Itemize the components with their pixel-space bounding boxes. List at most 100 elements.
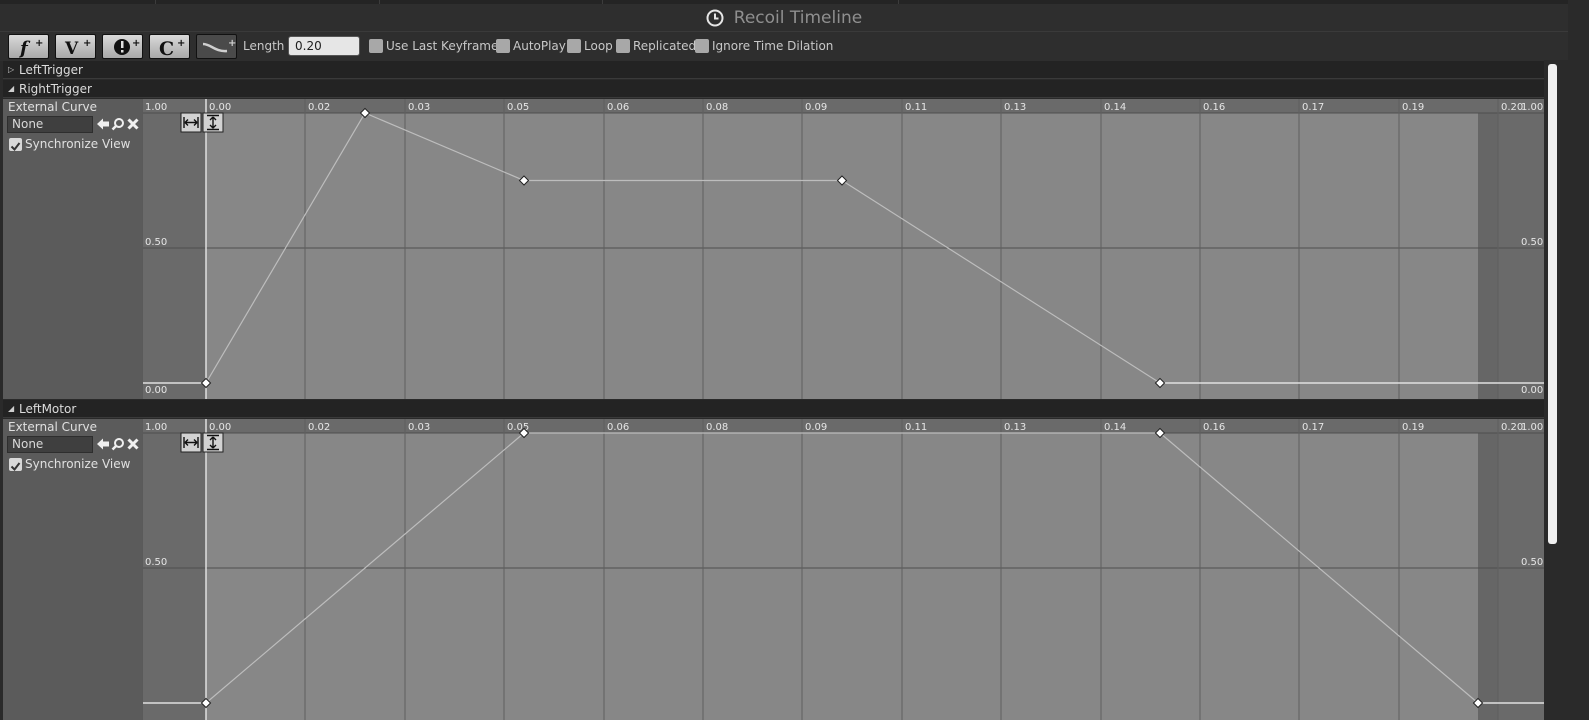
curve-graph-righttrigger[interactable]: 0.00 0.02 0.03 0.05 0.06 0.08 0.09 0.11 0.13 0.14…: [143, 99, 1544, 399]
collapse-arrow-icon[interactable]: ◢: [8, 404, 14, 413]
x-tick-label: 0.11: [905, 102, 927, 113]
use-selected-arrow-icon[interactable]: [96, 437, 110, 451]
collapse-arrow-icon[interactable]: ◢: [8, 84, 14, 93]
external-curve-label: External Curve: [8, 100, 98, 114]
title-bar: Recoil Timeline: [0, 0, 1568, 31]
svg-text:V: V: [64, 39, 79, 59]
track-name: LeftTrigger: [19, 63, 83, 77]
use-last-keyframe-checkbox[interactable]: [369, 39, 383, 53]
y-tick-label-right: 1.00: [1521, 422, 1543, 433]
x-tick-label: 0.03: [408, 422, 430, 433]
track-body-leftmotor: External Curve None Synchronize View 0.0…: [3, 419, 1544, 720]
synchronize-view-label: Synchronize View: [25, 137, 131, 151]
x-tick-label: 0.05: [507, 102, 529, 113]
ignore-time-dilation-label: Ignore Time Dilation: [712, 39, 834, 53]
track-name: RightTrigger: [19, 82, 92, 96]
expand-arrow-icon[interactable]: ▷: [8, 65, 14, 74]
x-tick-label: 0.17: [1302, 102, 1324, 113]
x-tick-label: 0.14: [1104, 102, 1126, 113]
y-tick-label-left: 0.00: [145, 385, 167, 396]
curve-graph-svg[interactable]: 0.00 0.02 0.03 0.05 0.06 0.08 0.09 0.11 0.13 0.14…: [143, 99, 1544, 399]
loop-checkbox[interactable]: [567, 39, 581, 53]
fit-vertical-button[interactable]: [202, 432, 224, 453]
external-curve-field[interactable]: None: [7, 116, 93, 133]
synchronize-view-checkbox[interactable]: [9, 458, 22, 472]
y-tick-label-right: 0.50: [1521, 237, 1543, 248]
fit-vertical-button[interactable]: [202, 112, 224, 133]
y-tick-label-left: 1.00: [145, 102, 167, 113]
track-header-leftmotor[interactable]: ◢ LeftMotor: [3, 400, 1544, 418]
graph-active-range: [206, 113, 1478, 399]
svg-text:+: +: [83, 38, 91, 49]
x-tick-label: 0.16: [1203, 422, 1225, 433]
x-tick-label: 0.16: [1203, 102, 1225, 113]
svg-text:+: +: [228, 38, 236, 49]
ignore-time-dilation-checkbox[interactable]: [695, 39, 709, 53]
graph-active-range: [206, 433, 1478, 720]
svg-text:+: +: [132, 38, 140, 49]
synchronize-view-checkbox[interactable]: [9, 138, 22, 152]
float-track-icon: f +: [18, 38, 43, 59]
browse-search-icon[interactable]: [111, 437, 125, 451]
curve-asset-icon: +: [202, 38, 236, 53]
track-header-righttrigger[interactable]: ◢ RightTrigger: [3, 80, 1544, 98]
track-side-panel: External Curve None Synchronize View: [3, 419, 142, 720]
x-tick-label: 0.00: [209, 422, 231, 433]
x-tick-label: 0.06: [607, 102, 629, 113]
clock-icon: [706, 9, 724, 26]
x-tick-label: 0.19: [1402, 102, 1424, 113]
x-tick-label: 0.00: [209, 102, 231, 113]
add-vector-track-button[interactable]: V +: [55, 34, 96, 59]
add-curve-asset-button[interactable]: +: [196, 34, 237, 59]
length-label: Length: [243, 39, 285, 53]
y-tick-label-left: 0.50: [145, 557, 167, 568]
external-curve-label: External Curve: [8, 420, 98, 434]
y-tick-label-left: 0.50: [145, 237, 167, 248]
window-title: Recoil Timeline: [733, 7, 863, 28]
x-tick-label: 0.03: [408, 102, 430, 113]
x-tick-label: 0.08: [706, 422, 728, 433]
x-tick-label: 0.13: [1004, 422, 1026, 433]
browse-search-icon[interactable]: [111, 117, 125, 131]
svg-text:+: +: [177, 38, 185, 49]
autoplay-checkbox[interactable]: [496, 39, 510, 53]
x-tick-label: 0.19: [1402, 422, 1424, 433]
x-tick-label: 0.08: [706, 102, 728, 113]
x-tick-label: 0.20: [1501, 102, 1523, 113]
x-tick-label: 0.09: [805, 102, 827, 113]
x-tick-label: 0.11: [905, 422, 927, 433]
curve-graph-leftmotor[interactable]: 0.00 0.02 0.03 0.05 0.06 0.08 0.09 0.11 0.13 0.14…: [143, 419, 1544, 720]
timeline-editor-window: Recoil Timeline f + V + + C + + Length 0…: [0, 0, 1589, 720]
clear-x-icon[interactable]: [126, 437, 140, 451]
x-tick-label: 0.13: [1004, 102, 1026, 113]
clear-x-icon[interactable]: [126, 117, 140, 131]
track-side-panel: External Curve None Synchronize View: [3, 99, 142, 399]
use-selected-arrow-icon[interactable]: [96, 117, 110, 131]
svg-text:f: f: [18, 38, 31, 59]
add-color-track-button[interactable]: C +: [149, 34, 190, 60]
svg-text:+: +: [35, 38, 43, 49]
fit-horizontal-button[interactable]: [180, 432, 202, 453]
x-tick-label: 0.17: [1302, 422, 1324, 433]
add-float-track-button[interactable]: f +: [8, 34, 49, 59]
graph-end-region: [1478, 113, 1498, 399]
y-tick-label-right: 1.00: [1521, 102, 1543, 113]
x-tick-label: 0.14: [1104, 422, 1126, 433]
curve-graph-svg[interactable]: 0.00 0.02 0.03 0.05 0.06 0.08 0.09 0.11 0.13 0.14…: [143, 419, 1544, 720]
svg-text:C: C: [159, 38, 174, 60]
track-header-lefttrigger[interactable]: ▷ LeftTrigger: [3, 61, 1544, 79]
y-tick-label-right: 0.50: [1521, 557, 1543, 568]
loop-label: Loop: [584, 39, 613, 53]
external-curve-field[interactable]: None: [7, 436, 93, 453]
track-body-righttrigger: External Curve None Synchronize View 0.0…: [3, 99, 1544, 399]
toolbar: f + V + + C + + Length 0.20 Use Last Key…: [0, 31, 1568, 61]
checkmark-icon: [10, 462, 21, 472]
track-name: LeftMotor: [19, 402, 77, 416]
length-input[interactable]: [288, 36, 360, 56]
fit-horizontal-button[interactable]: [180, 112, 202, 133]
add-event-track-button[interactable]: +: [102, 34, 143, 59]
y-tick-label-left: 1.00: [145, 422, 167, 433]
x-tick-label: 0.09: [805, 422, 827, 433]
replicated-checkbox[interactable]: [616, 39, 630, 53]
scrollbar-thumb[interactable]: [1548, 64, 1557, 544]
